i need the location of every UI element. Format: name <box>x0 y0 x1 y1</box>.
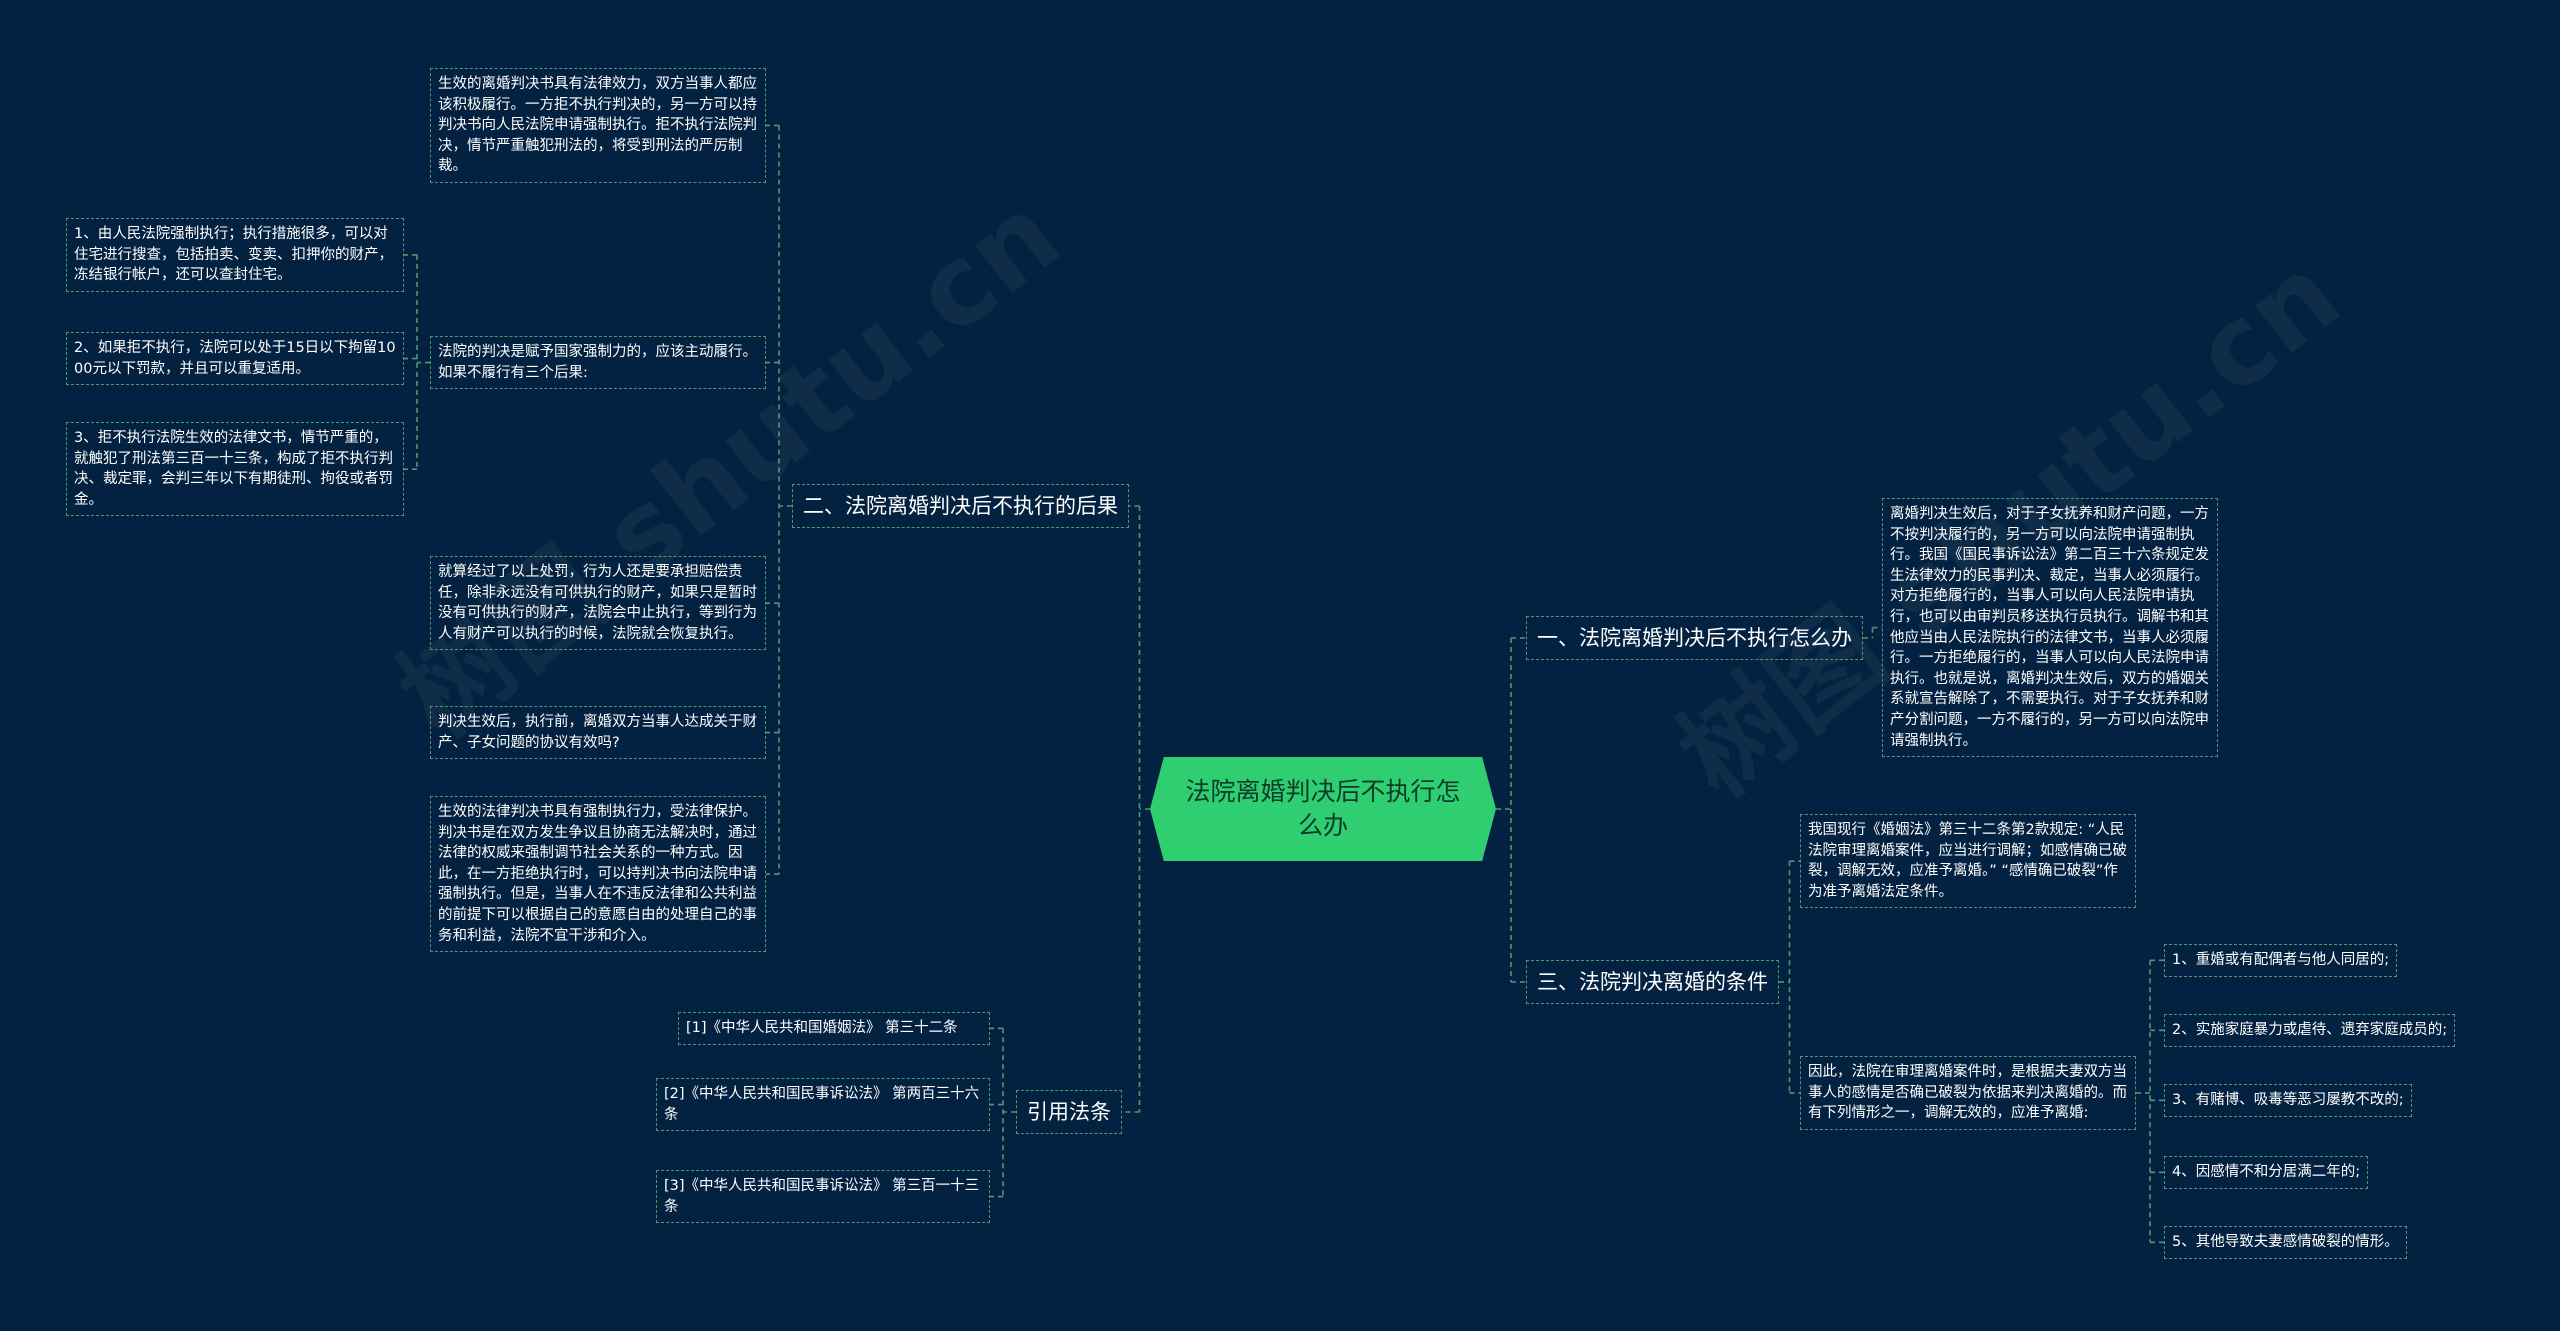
consequence-node-5[interactable]: 生效的法律判决书具有强制执行力，受法律保护。判决书是在双方发生争议且协商无法解决… <box>430 796 766 953</box>
condition-item-1[interactable]: 1、重婚或有配偶者与他人同居的; <box>2164 944 2398 977</box>
connector-branch-consequences <box>766 124 792 875</box>
what-to-do-node[interactable]: 离婚判决生效后，对于子女抚养和财产问题，一方不按判决履行的，另一方可以向法院申请… <box>1882 498 2218 758</box>
consequence-node-3[interactable]: 就算经过了以上处罚，行为人还是要承担赔偿责任，除非永远没有可供执行的财产，如果只… <box>430 556 766 651</box>
branch-citations[interactable]: 引用法条 <box>1016 1090 1122 1134</box>
connector-branch-divorce-conditions <box>1779 860 1800 1094</box>
consequence-item-3[interactable]: 3、拒不执行法院生效的法律文书，情节严重的，就触犯了刑法第三百一十三条，构成了拒… <box>66 422 404 517</box>
citation-2[interactable]: [2]《中华人民共和国民事诉讼法》 第两百三十六条 <box>656 1078 990 1132</box>
connector-conditions-node-2 <box>2136 959 2164 1244</box>
consequence-node-1[interactable]: 生效的离婚判决书具有法律效力，双方当事人都应该积极履行。一方拒不执行判决的，另一… <box>430 68 766 183</box>
consequence-item-1[interactable]: 1、由人民法院强制执行；执行措施很多，可以对住宅进行搜查，包括拍卖、变卖、扣押你… <box>66 218 404 292</box>
connector-root-node <box>1496 637 1526 983</box>
branch-divorce-conditions[interactable]: 三、法院判决离婚的条件 <box>1526 960 1779 1004</box>
citation-1[interactable]: [1]《中华人民共和国婚姻法》 第三十二条 <box>678 1012 990 1045</box>
branch-what-to-do[interactable]: 一、法院离婚判决后不执行怎么办 <box>1526 616 1863 660</box>
branch-consequences[interactable]: 二、法院离婚判决后不执行的后果 <box>792 484 1129 528</box>
conditions-node-1[interactable]: 我国现行《婚姻法》第三十二条第2款规定: “人民法院审理离婚案件，应当进行调解；… <box>1800 814 2136 909</box>
consequence-node-2[interactable]: 法院的判决是赋予国家强制力的，应该主动履行。如果不履行有三个后果: <box>430 336 766 390</box>
conditions-node-2[interactable]: 因此，法院在审理离婚案件时，是根据夫妻双方当事人的感情是否确已破裂为依据来判决离… <box>1800 1056 2136 1130</box>
mindmap-canvas: 树图 shutu.cn 树图 shutu.cn 法院离婚判决后不执行怎么办 二、… <box>0 0 2560 1331</box>
connector-branch-citations <box>990 1027 1016 1198</box>
condition-item-3[interactable]: 3、有赌博、吸毒等恶习屡教不改的; <box>2164 1084 2412 1117</box>
root-node[interactable]: 法院离婚判决后不执行怎么办 <box>1150 757 1496 861</box>
condition-item-5[interactable]: 5、其他导致夫妻感情破裂的情形。 <box>2164 1226 2407 1259</box>
connector-branch-what-to-do <box>1863 626 1882 639</box>
consequence-node-4[interactable]: 判决生效后，执行前，离婚双方当事人达成关于财产、子女问题的协议有效吗? <box>430 706 766 760</box>
connector-consequence-node-2 <box>404 254 430 470</box>
connector-root-node <box>1122 505 1150 1113</box>
consequence-item-2[interactable]: 2、如果拒不执行，法院可以处于15日以下拘留1000元以下罚款，并且可以重复适用… <box>66 332 404 386</box>
root-label: 法院离婚判决后不执行怎么办 <box>1185 777 1461 840</box>
condition-item-4[interactable]: 4、因感情不和分居满二年的; <box>2164 1156 2369 1189</box>
citation-3[interactable]: [3]《中华人民共和国民事诉讼法》 第三百一十三条 <box>656 1170 990 1224</box>
condition-item-2[interactable]: 2、实施家庭暴力或虐待、遗弃家庭成员的; <box>2164 1014 2456 1047</box>
